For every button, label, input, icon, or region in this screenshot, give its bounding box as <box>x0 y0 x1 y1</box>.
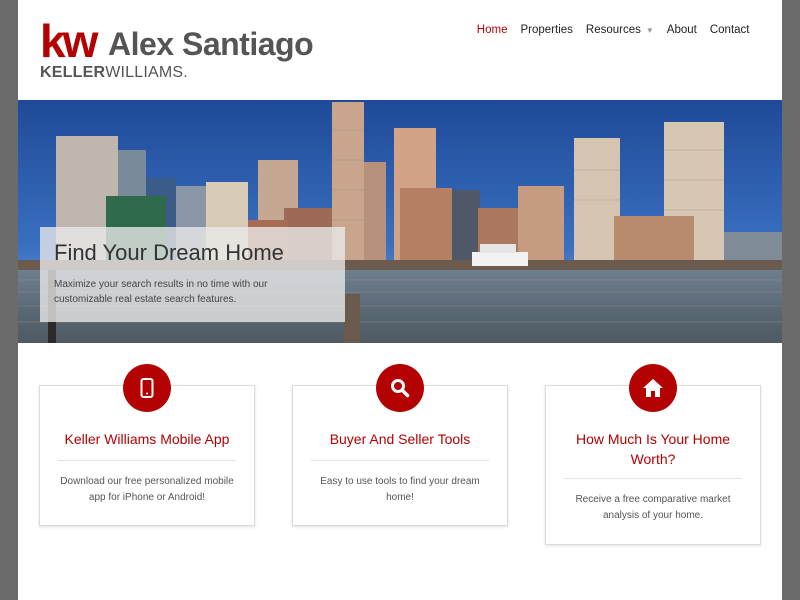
brand-bold: KELLER <box>40 64 106 81</box>
nav-resources-label: Resources <box>585 24 641 36</box>
nav-contact[interactable]: Contact <box>703 20 756 41</box>
card-divider <box>311 460 489 461</box>
feature-card-mobile-app[interactable]: Keller Williams Mobile App Download our … <box>39 364 255 526</box>
card-title: Buyer And Seller Tools <box>329 431 471 447</box>
page: kw Alex Santiago KELLERWILLIAMS. Home Pr… <box>18 0 782 600</box>
mobile-icon <box>123 364 171 412</box>
feature-card-home-value[interactable]: How Much Is Your Home Worth? Receive a f… <box>545 364 761 545</box>
card-text: Easy to use tools to find your dream hom… <box>320 476 480 503</box>
nav-resources[interactable]: Resources ▼ <box>579 20 660 41</box>
home-icon <box>629 364 677 412</box>
card-title: How Much Is Your Home Worth? <box>575 431 731 467</box>
card-divider <box>58 460 236 461</box>
nav-home[interactable]: Home <box>470 20 514 41</box>
card-title: Keller Williams Mobile App <box>64 431 230 447</box>
nav-about[interactable]: About <box>660 20 703 41</box>
card-divider <box>564 478 742 479</box>
site-header: kw Alex Santiago KELLERWILLIAMS. Home Pr… <box>18 0 782 100</box>
main-nav: Home Properties Resources ▼ About Contact <box>470 20 756 41</box>
kw-logo-mark: kw <box>40 15 98 67</box>
feature-card-tools[interactable]: Buyer And Seller Tools Easy to use tools… <box>292 364 508 526</box>
chevron-down-icon: ▼ <box>645 26 654 35</box>
search-icon <box>376 364 424 412</box>
brand-wordmark: KELLERWILLIAMS. <box>40 64 188 82</box>
hero-banner: Find Your Dream Home Maximize your searc… <box>18 100 782 343</box>
agent-name: Alex Santiago <box>108 26 314 62</box>
brand-light: WILLIAMS. <box>105 64 188 81</box>
hero-text: Maximize your search results in no time … <box>54 279 268 305</box>
hero-caption: Find Your Dream Home Maximize your searc… <box>40 227 345 322</box>
card-text: Download our free personalized mobile ap… <box>60 476 234 503</box>
card-text: Receive a free comparative market analys… <box>575 494 731 521</box>
site-logo[interactable]: kw Alex Santiago KELLERWILLIAMS. <box>40 18 340 84</box>
nav-properties[interactable]: Properties <box>514 20 579 41</box>
hero-title: Find Your Dream Home <box>54 240 284 265</box>
